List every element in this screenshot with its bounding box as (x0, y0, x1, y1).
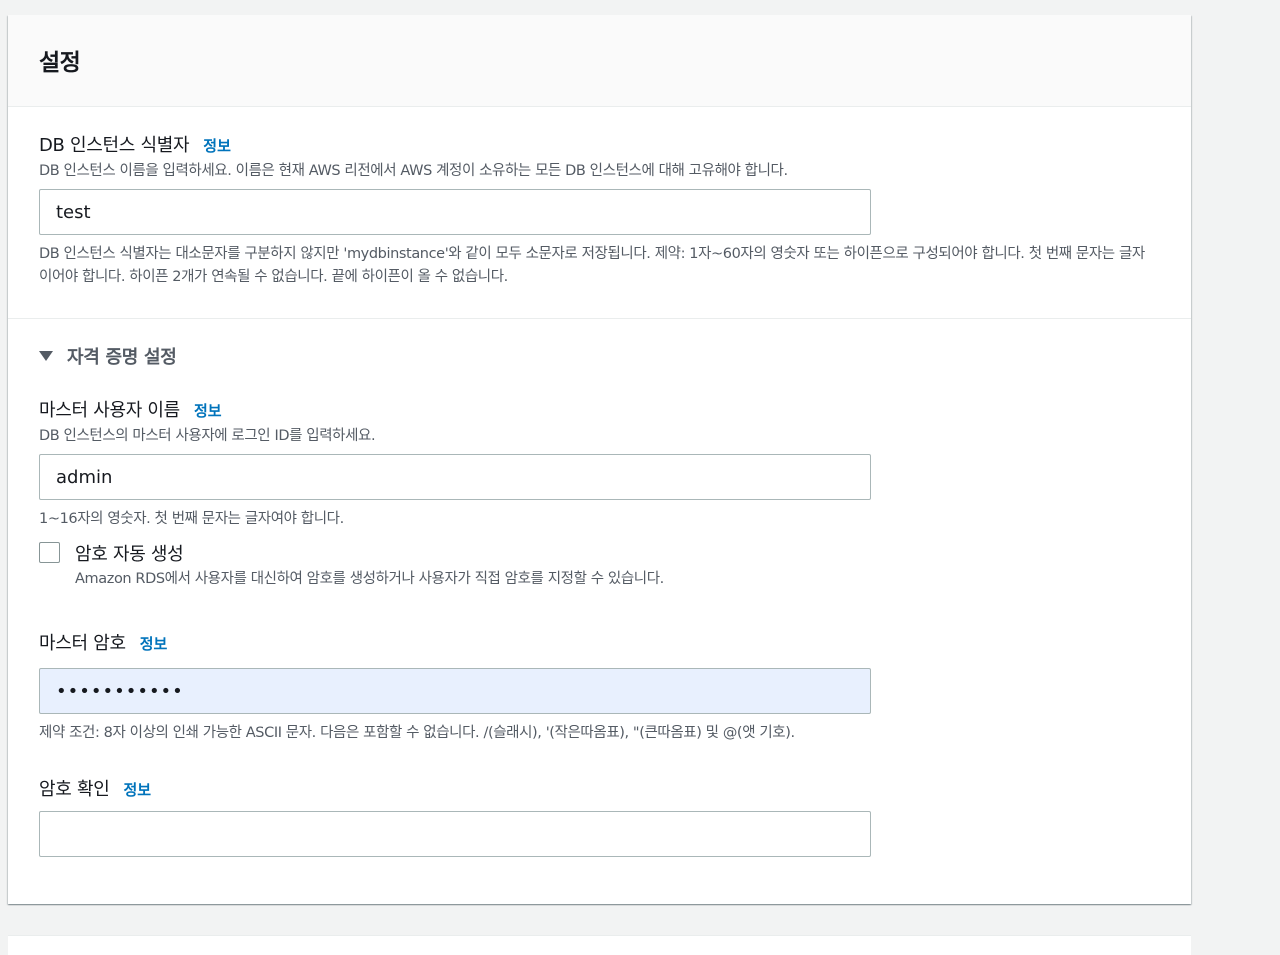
confirm-password-field: 암호 확인 정보 (39, 775, 1160, 857)
db-identifier-description: DB 인스턴스 이름을 입력하세요. 이름은 현재 AWS 리전에서 AWS 계… (39, 163, 788, 179)
confirm-password-label: 암호 확인 (39, 779, 110, 800)
master-username-constraint: 1~16자의 영숫자. 첫 번째 문자는 글자여야 합니다. (39, 511, 344, 527)
confirm-password-info-link[interactable]: 정보 (123, 779, 151, 800)
master-password-label-row: 마스터 암호 정보 (39, 629, 1160, 655)
master-password-label: 마스터 암호 (39, 633, 126, 654)
auto-generate-password-checkbox[interactable] (39, 542, 60, 563)
master-password-constraint: 제약 조건: 8자 이상의 인쇄 가능한 ASCII 문자. 다음은 포함할 수… (39, 725, 795, 741)
panel-header: 설정 (8, 15, 1191, 107)
auto-generate-password-text: 암호 자동 생성 Amazon RDS에서 사용자를 대신하여 암호를 생성하거… (75, 540, 664, 591)
master-username-label-row: 마스터 사용자 이름 정보 (39, 396, 1160, 422)
credentials-section: 자격 증명 설정 마스터 사용자 이름 정보 DB 인스턴스의 마스터 사용자에… (8, 319, 1191, 857)
confirm-password-input[interactable] (39, 811, 871, 857)
settings-panel: 설정 DB 인스턴스 식별자 정보 DB 인스턴스 이름을 입력하세요. 이름은… (8, 15, 1191, 904)
confirm-password-label-row: 암호 확인 정보 (39, 775, 1160, 801)
master-username-field: 마스터 사용자 이름 정보 DB 인스턴스의 마스터 사용자에 로그인 ID를 … (39, 396, 1160, 531)
panel-title: 설정 (39, 50, 81, 76)
auto-generate-password-description: Amazon RDS에서 사용자를 대신하여 암호를 생성하거나 사용자가 직접… (75, 571, 664, 587)
master-username-info-link[interactable]: 정보 (194, 400, 222, 421)
master-password-input[interactable] (39, 668, 871, 714)
caret-down-icon (39, 351, 53, 361)
master-username-label: 마스터 사용자 이름 (39, 400, 180, 421)
db-identifier-section: DB 인스턴스 식별자 정보 DB 인스턴스 이름을 입력하세요. 이름은 현재… (8, 107, 1191, 319)
credentials-expander[interactable]: 자격 증명 설정 (39, 343, 1160, 369)
auto-generate-password-label: 암호 자동 생성 (75, 544, 184, 565)
db-identifier-constraint: DB 인스턴스 식별자는 대소문자를 구분하지 않지만 'mydbinstanc… (39, 246, 1145, 285)
next-panel (8, 935, 1191, 955)
master-username-input[interactable] (39, 454, 871, 500)
credentials-expander-label: 자격 증명 설정 (67, 347, 177, 368)
master-password-field: 마스터 암호 정보 제약 조건: 8자 이상의 인쇄 가능한 ASCII 문자.… (39, 629, 1160, 745)
db-identifier-input[interactable] (39, 189, 871, 235)
auto-generate-password-row: 암호 자동 생성 Amazon RDS에서 사용자를 대신하여 암호를 생성하거… (39, 540, 1160, 591)
db-identifier-label-row: DB 인스턴스 식별자 정보 (39, 131, 1160, 157)
db-identifier-label: DB 인스턴스 식별자 (39, 135, 190, 156)
db-identifier-info-link[interactable]: 정보 (203, 135, 231, 156)
master-password-info-link[interactable]: 정보 (140, 633, 168, 654)
master-username-description: DB 인스턴스의 마스터 사용자에 로그인 ID를 입력하세요. (39, 428, 376, 444)
